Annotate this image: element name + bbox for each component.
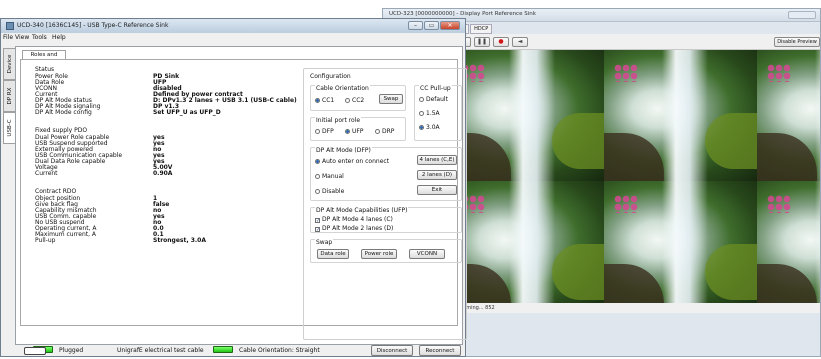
menu-tools[interactable]: Tools [32, 34, 47, 41]
initial-port-role-title: Initial port role [315, 117, 362, 124]
menu-file[interactable]: File [3, 34, 13, 41]
four-lanes-button[interactable]: 4 lanes (C,E) [417, 155, 457, 165]
vconn-swap-button[interactable]: VCONN [409, 249, 445, 259]
disable-preview-button[interactable]: Disable Preview [774, 37, 820, 47]
cap-2-lanes-checkbox[interactable]: ✓ DP Alt Mode 2 lanes (D) [315, 225, 393, 233]
menu-view[interactable]: View [15, 34, 29, 41]
menu-bar: File View Tools Help [1, 33, 465, 42]
background-window-controls[interactable] [788, 11, 816, 19]
status-label: DP Alt Mode config [35, 109, 92, 116]
app-icon [6, 22, 14, 30]
manual-radio[interactable]: Manual [315, 173, 344, 180]
swap-title: Swap [315, 239, 334, 246]
cc2-radio[interactable]: CC2 [345, 97, 364, 104]
window-title: UCD-340 [1636C145] - USB Type-C Referenc… [17, 22, 169, 29]
auto-enter-radio[interactable]: Auto enter on connect [315, 158, 389, 165]
disconnect-button[interactable]: Disconnect [371, 345, 413, 356]
pullup-default-radio[interactable]: Default [419, 96, 448, 103]
close-button[interactable]: ✕ [440, 21, 460, 30]
taskbar-button[interactable] [24, 347, 46, 355]
cc-pullup-title: CC Pull-up [419, 85, 452, 92]
configuration-heading: Configuration [310, 73, 351, 80]
roles-and-modes-page: Status Power Role PD Sink Data Role UFP VC… [20, 59, 467, 340]
titlebar: UCD-340 [1636C145] - USB Type-C Referenc… [1, 19, 465, 33]
main-window: UCD-340 [1636C145] - USB Type-C Referenc… [0, 18, 467, 357]
data-role-swap-button[interactable]: Data role [317, 249, 349, 259]
role-ufp-radio[interactable]: UFP [345, 128, 363, 135]
waterfall-image-tile [604, 181, 757, 303]
exit-button[interactable]: Exit [417, 185, 457, 195]
disable-radio[interactable]: Disable [315, 188, 344, 195]
rdo-value: Strongest, 3.0A [153, 237, 206, 244]
swap-orientation-button[interactable]: Swap [379, 94, 403, 104]
dp-alt-mode-ufp-title: DP Alt Mode Capabilities (UFP) [315, 207, 409, 214]
step-back-button[interactable]: ◄ [512, 37, 528, 47]
initial-port-role-group: Initial port role DFP UFP DRP [310, 117, 406, 141]
pullup-1-5a-radio[interactable]: 1.5A [419, 110, 440, 117]
maximize-button[interactable]: ▭ [424, 21, 439, 30]
pdo-value: 0.90A [153, 170, 173, 177]
waterfall-image-tile [757, 181, 820, 303]
client-area: Device DP RX USB-C Roles and Modes Statu… [1, 42, 467, 356]
cable-type-label: UnigrafE electrical test cable [117, 347, 204, 354]
waterfall-image-tile [451, 181, 604, 303]
cc1-radio[interactable]: CC1 [315, 97, 334, 104]
orientation-led-icon [213, 346, 233, 353]
preview-toolbar: ◄ ❚❚ ● ◄ Disable Preview [451, 34, 820, 50]
waterfall-image-tile [604, 50, 757, 181]
swap-group: Swap Data role Power role VCONN [310, 239, 462, 263]
tab-hdcp[interactable]: HDCP [470, 24, 493, 34]
reconnect-button[interactable]: Reconnect [419, 345, 461, 356]
dp-alt-mode-dfp-title: DP Alt Mode (DFP) [315, 147, 372, 154]
cable-orientation-label: Cable Orientation: Straight [239, 347, 320, 354]
video-preview-image [451, 50, 820, 303]
cap-4-lanes-checkbox[interactable]: ✓ DP Alt Mode 4 lanes (C) [315, 216, 393, 224]
cc-pullup-group: CC Pull-up Default 1.5A 3.0A [414, 85, 462, 141]
minimize-button[interactable]: – [408, 21, 423, 30]
status-heading: Status [35, 66, 55, 73]
dp-alt-mode-dfp-group: DP Alt Mode (DFP) Auto enter on connect … [310, 147, 462, 201]
cable-orientation-group: Cable Orientation CC1 CC2 Swap [310, 85, 406, 111]
pullup-3-0a-radio[interactable]: 3.0A [419, 124, 440, 131]
rdo-label: Pull-up [35, 237, 56, 244]
status-value: Set UFP_U as UFP_D [153, 109, 221, 116]
background-window-title: UCD-323 [0000000000] - Display Port Refe… [389, 11, 536, 17]
pdo-heading: Fixed supply PDO [35, 127, 88, 134]
record-button[interactable]: ● [493, 37, 509, 47]
pause-button[interactable]: ❚❚ [474, 37, 490, 47]
waterfall-image-tile [757, 50, 820, 181]
rdo-heading: Contract RDO [35, 188, 77, 195]
content-panel: Roles and Modes Status Power RolePD Sink… [15, 46, 467, 345]
pdo-label: Current [35, 170, 58, 177]
plugged-label: Plugged [59, 347, 84, 354]
waterfall-image-tile [451, 50, 604, 181]
menu-help[interactable]: Help [52, 34, 66, 41]
power-role-swap-button[interactable]: Power role [361, 249, 397, 259]
background-status-bar: Streaming... 852 [451, 303, 820, 313]
configuration-group: Configuration Cable Orientation CC1 CC2 … [303, 68, 467, 340]
cable-orientation-title: Cable Orientation [315, 85, 370, 92]
two-lanes-button[interactable]: 2 lanes (D) [417, 170, 457, 180]
role-drp-radio[interactable]: DRP [375, 128, 394, 135]
window-controls: – ▭ ✕ [408, 21, 460, 30]
role-dfp-radio[interactable]: DFP [315, 128, 334, 135]
dp-alt-mode-ufp-group: DP Alt Mode Capabilities (UFP) ✓ DP Alt M… [310, 207, 462, 233]
